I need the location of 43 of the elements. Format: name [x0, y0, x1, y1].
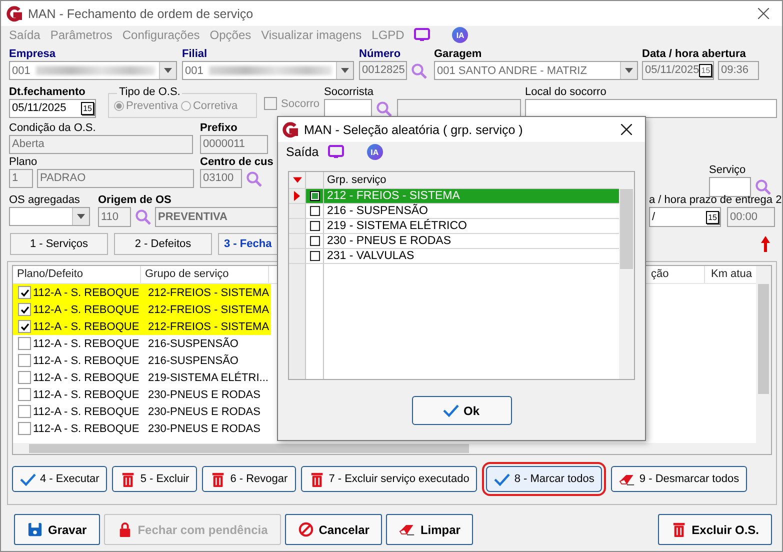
plan-code-field: 1: [9, 169, 33, 188]
dialog-title: MAN - Seleção aleatória ( grp. serviço ): [304, 122, 524, 136]
table-cell: 112-A - S. REBOQUE: [13, 420, 143, 437]
table-cell: 112-A - S. REBOQUE: [13, 352, 143, 369]
table-cell: 112-A - S. REBOQUE: [13, 301, 143, 318]
field-label: Condição da O.S.: [9, 121, 96, 135]
field-label: Empresa: [9, 47, 56, 61]
table-cell: 112-A - S. REBOQUE: [13, 403, 143, 420]
prefix-field: 0000011: [200, 135, 268, 154]
cost-center-field: 03100: [200, 169, 242, 188]
field-label: Origem de OS: [98, 193, 172, 207]
field-label: Socorrista: [324, 85, 374, 99]
field-label: Serviço: [709, 163, 746, 177]
table-cell: 112-A - S. REBOQUE: [13, 318, 143, 335]
table-cell: 112-A - S. REBOQUE: [13, 386, 143, 403]
group-title: Tipo de O.S.: [117, 86, 182, 98]
field-label: Dt.fechamento: [9, 85, 86, 99]
table-cell-text: 230-PNEUS E RODAS: [147, 404, 262, 420]
field-label: Filial: [182, 47, 208, 61]
table-cell-text: 219-SISTEMA ELÉTRI...: [147, 370, 270, 386]
field-label: a / hora prazo de entrega 2: [649, 193, 782, 207]
table-cell: 112-A - S. REBOQUE: [13, 335, 143, 352]
field-label: Plano: [9, 155, 38, 169]
table-cell: 212-FREIOS - SISTEMA: [143, 318, 271, 335]
field-label: Data / hora abertura: [642, 47, 746, 61]
plan-name-field: PADRAO: [37, 169, 194, 188]
table-cell-text: 216-SUSPENSÃO: [147, 336, 240, 352]
table-cell-text: 216-SUSPENSÃO: [147, 353, 240, 368]
table-cell: 212-FREIOS - SISTEMA: [143, 301, 271, 318]
field-label: Centro de cus: [200, 155, 274, 169]
field-label: Local do socorro: [525, 85, 606, 99]
table-cell-text: 230-PNEUS E RODAS: [147, 422, 262, 436]
field-label: Garagem: [434, 47, 482, 61]
field-label: Prefixo: [200, 121, 238, 135]
origin-code-field: 110: [98, 207, 131, 227]
window-title: MAN - Fechamento de ordem de serviço: [28, 6, 254, 20]
table-cell: 112-A - S. REBOQUE: [13, 284, 143, 301]
table-cell: 212-FREIOS - SISTEMA: [143, 284, 271, 301]
status-field: Aberta: [9, 135, 193, 154]
table-cell: 112-A - S. REBOQUE: [13, 369, 143, 386]
field-label: Número: [359, 47, 401, 61]
table-cell-text: 230-PNEUS E RODAS: [147, 388, 262, 402]
field-label: OS agregadas: [9, 193, 80, 207]
